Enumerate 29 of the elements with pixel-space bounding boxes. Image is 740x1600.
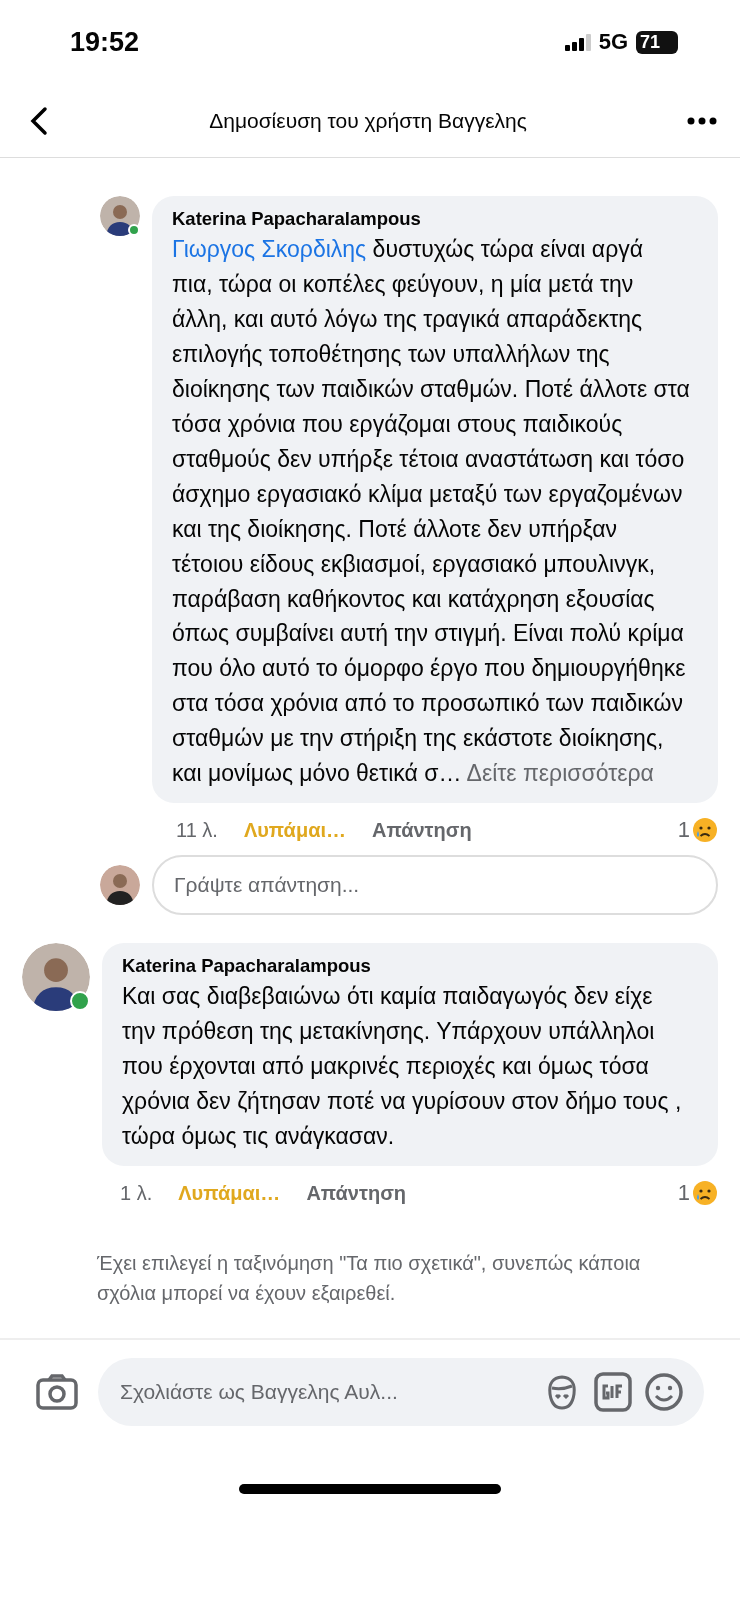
avatar xyxy=(22,943,90,1012)
comment-text: Γιωργος Σκορδιλης δυστυχώς τώρα είναι αργά πια, τώρα οι κοπέλες φεύγουν, η μία μετά την άλλη, και αυτό λόγω της τραγικά απαράδεκτης επιλογής τοποθέτησης των υπαλλήλων της διοίκησης των παιδικών σταθμών. Ποτέ άλλοτε στα τόσα χρόνια που εργάζομαι στους παιδικούς σταθμούς δεν υπήρξε τέτοια αναστάτωση και τόσο άσχημο εργασιακό κλίμα μεταξύ των εργαζομένων και της διοίκησης. Ποτέ άλλοτε δεν υπήρξαν τέτοιου είδους εκβιασμοί, εργασιακό μπουλινγκ, παράβαση καθήκοντος και κατάχρηση εξουσίας όπως συμβαίνει αυτή την στιγμή. Είναι πολύ κρίμα που όλο αυτό το όμορφο έργο που δημιουργήθηκε στα τόσα χρόνια από το προσωπικό των παιδικών σταθμών με την στήριξη της εκάστοτε διοίκησης, και μονίμως μόνο θετικά σ… Δείτε περισσότερα xyxy=(172,235,690,789)
emoji-icon xyxy=(644,1372,684,1412)
reaction-count: 1 xyxy=(677,1180,690,1206)
camera-button[interactable] xyxy=(36,1374,78,1410)
see-more-link[interactable]: Δείτε περισσότερα xyxy=(466,760,654,787)
comment-field[interactable]: Σχολιάστε ως Βαγγελης Αυλ... xyxy=(118,1379,530,1405)
signal-icon xyxy=(564,33,591,51)
page-title: Δημοσίευση του χρήστη Βαγγελης xyxy=(209,108,527,133)
comment-author: Katerina Papacharalampous xyxy=(172,208,422,230)
comment-author: Katerina Papacharalampous xyxy=(122,955,372,978)
comment-time: 1 λ. xyxy=(120,1181,153,1205)
reply-field[interactable]: Γράψτε απάντηση... xyxy=(152,855,718,916)
network-label: 5G xyxy=(598,29,628,55)
avatar xyxy=(100,196,140,236)
status-time: 19:52 xyxy=(70,26,140,58)
back-button[interactable] xyxy=(28,105,50,136)
comment-bar[interactable]: Σχολιάστε ως Βαγγελης Αυλ... xyxy=(98,1358,704,1426)
reply-button[interactable]: Απάντηση xyxy=(372,818,472,842)
comment-time: 11 λ. xyxy=(176,818,218,842)
mention-link[interactable]: Γιωργος Σκορδιλης xyxy=(172,236,367,262)
more-button[interactable] xyxy=(686,115,718,126)
gif-icon xyxy=(594,1372,632,1412)
reply-button[interactable]: Απάντηση xyxy=(306,1181,407,1205)
battery-level: 71 xyxy=(636,30,678,54)
user-avatar xyxy=(100,865,140,906)
sort-notice: Έχει επιλεγεί η ταξινόμηση "Τα πιο σχετικά", συνεπώς κάποια σχόλια μπορεί να έχουν εξαιρεθεί. xyxy=(97,1251,642,1306)
comment-text: Και σας διαβεβαιώνω ότι καμία παιδαγωγός δεν είχε την πρόθεση της μετακίνησης. Υπάρχουν υπάλληλοι που έρχονται από μακρινές περιοχές και όμως τόσα χρόνια δεν ζήτησαν ποτέ να γυρίσουν στον δήμο τους , τώρα όμως τις ανάγκασαν. xyxy=(122,982,683,1152)
reaction-count: 1 xyxy=(677,817,690,844)
